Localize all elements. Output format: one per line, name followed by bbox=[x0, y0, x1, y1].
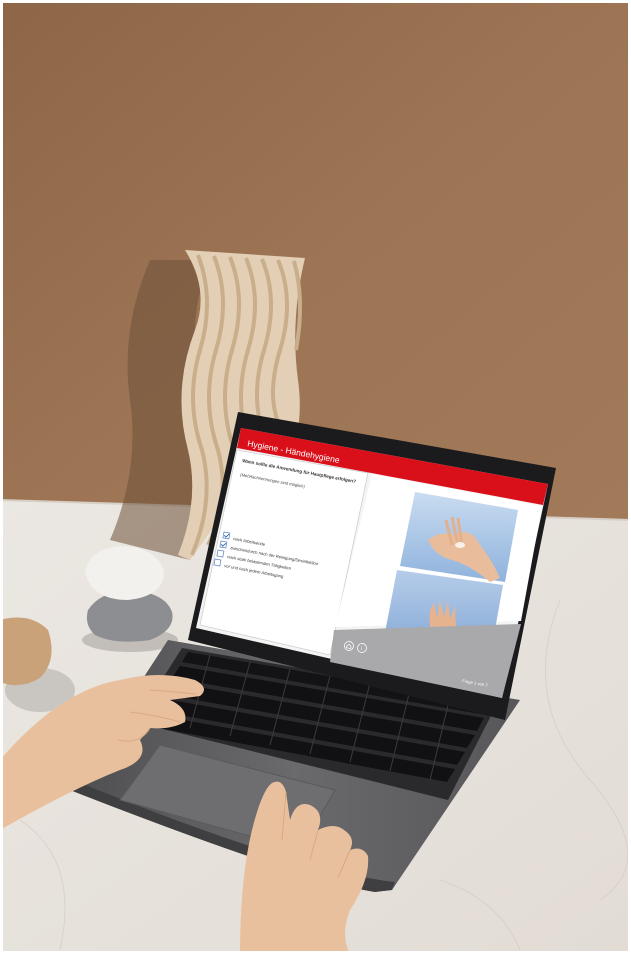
photo-scene: Hygiene - Händehygiene Wann sollte die A… bbox=[0, 0, 631, 954]
option-checkbox[interactable] bbox=[213, 558, 222, 567]
option-checkbox[interactable] bbox=[216, 549, 225, 558]
option-checkbox[interactable] bbox=[219, 540, 228, 549]
option-checkbox[interactable] bbox=[222, 531, 231, 540]
